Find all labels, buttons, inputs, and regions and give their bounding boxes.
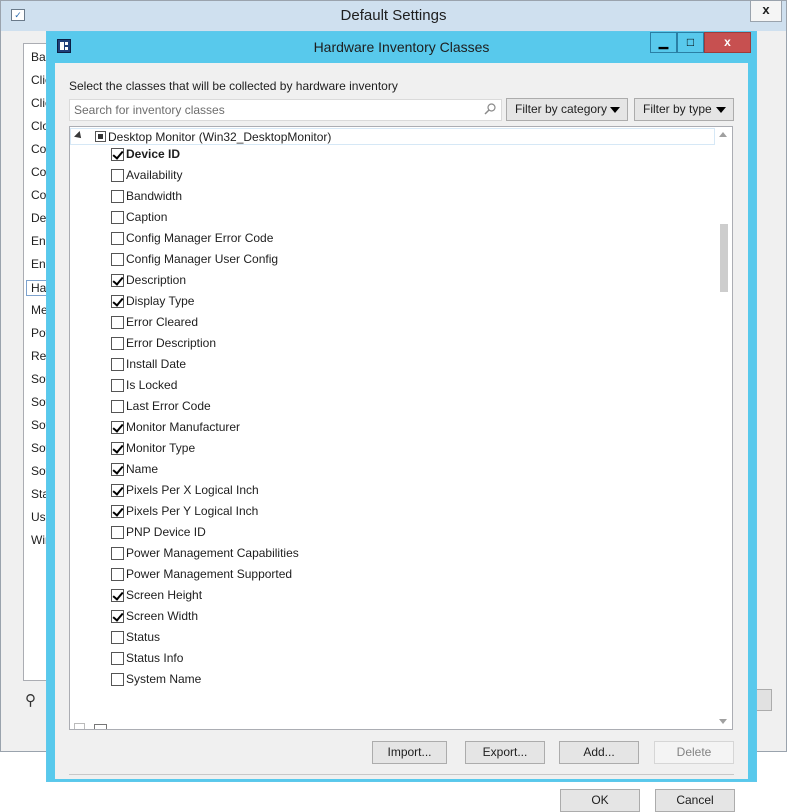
property-checkbox[interactable] (111, 337, 124, 350)
property-checkbox[interactable] (111, 589, 124, 602)
property-label: System Name (126, 672, 202, 686)
property-label: Device ID (126, 147, 181, 161)
property-checkbox[interactable] (111, 484, 124, 497)
property-checkbox[interactable] (111, 547, 124, 560)
property-checkbox[interactable] (111, 274, 124, 287)
property-checkbox[interactable] (111, 316, 124, 329)
hardware-inventory-classes-dialog: Hardware Inventory Classes ▁ □ x Select … (46, 31, 757, 812)
sidebar-item[interactable]: Co (31, 188, 46, 202)
property-checkbox[interactable] (111, 463, 124, 476)
property-checkbox[interactable] (111, 442, 124, 455)
delete-button[interactable]: Delete (654, 741, 734, 764)
property-label: Install Date (126, 357, 187, 371)
property-checkbox[interactable] (111, 652, 124, 665)
scroll-up-icon[interactable] (719, 132, 727, 137)
property-label: Display Type (126, 294, 195, 308)
property-label: Screen Height (126, 588, 203, 602)
search-box[interactable] (69, 99, 502, 121)
export-button[interactable]: Export... (465, 741, 545, 764)
property-label: Status (126, 630, 161, 644)
property-label: Monitor Manufacturer (126, 420, 241, 434)
property-label: Is Locked (126, 378, 178, 392)
vertical-scrollbar[interactable] (715, 127, 732, 729)
filter-by-category-label: Filter by category (515, 102, 608, 116)
property-checkbox[interactable] (111, 526, 124, 539)
property-checkbox[interactable] (111, 400, 124, 413)
property-label: Name (126, 462, 159, 476)
dialog-body: Select the classes that will be collecte… (55, 63, 748, 812)
property-checkbox[interactable] (111, 673, 124, 686)
sidebar-item[interactable]: Co (31, 165, 46, 179)
import-button[interactable]: Import... (372, 741, 447, 764)
property-checkbox[interactable] (111, 190, 124, 203)
search-input[interactable] (74, 102, 474, 118)
property-label: Availability (126, 168, 183, 182)
property-label: Config Manager User Config (126, 252, 279, 266)
background-button-edge[interactable] (756, 689, 772, 711)
instruction-text: Select the classes that will be collecte… (69, 79, 398, 93)
maximize-button[interactable]: □ (677, 32, 704, 53)
property-checkbox[interactable] (111, 148, 124, 161)
sidebar-item[interactable]: Co (31, 142, 46, 156)
property-checkbox[interactable] (111, 505, 124, 518)
class-checkbox-partial[interactable] (95, 131, 106, 142)
tree-node-desktop-monitor[interactable]: Desktop Monitor (Win32_DesktopMonitor) (70, 128, 715, 145)
property-label: Error Description (126, 336, 217, 350)
property-checkbox[interactable] (111, 295, 124, 308)
minimize-button[interactable]: ▁ (650, 32, 677, 53)
close-button[interactable]: x (704, 32, 751, 53)
property-checkbox[interactable] (111, 379, 124, 392)
property-checkbox[interactable] (111, 358, 124, 371)
next-node-checkbox (94, 724, 107, 729)
divider (69, 774, 734, 775)
chevron-down-icon (610, 107, 620, 113)
property-checkbox[interactable] (111, 631, 124, 644)
property-label: Last Error Code (126, 399, 211, 413)
property-label: Config Manager Error Code (126, 231, 274, 245)
property-label: Bandwidth (126, 189, 183, 203)
next-node-expander (74, 723, 85, 729)
dialog-titlebar: Hardware Inventory Classes ▁ □ x (47, 32, 756, 61)
property-checkbox[interactable] (111, 253, 124, 266)
property-label: Power Management Capabilities (126, 546, 299, 560)
ok-button[interactable]: OK (560, 789, 640, 812)
cancel-button[interactable]: Cancel (655, 789, 735, 812)
property-checkbox[interactable] (111, 211, 124, 224)
scrollbar-thumb[interactable] (720, 224, 728, 292)
filter-by-type-button[interactable]: Filter by type (634, 98, 734, 121)
property-label: Pixels Per X Logical Inch (126, 483, 259, 497)
property-label: Pixels Per Y Logical Inch (126, 504, 259, 518)
property-label: Status Info (126, 651, 184, 665)
property-checkbox[interactable] (111, 568, 124, 581)
property-label: Caption (126, 210, 168, 224)
property-checkbox[interactable] (111, 610, 124, 623)
default-settings-close-button[interactable]: x (750, 1, 782, 22)
default-settings-title: Default Settings (340, 7, 447, 24)
property-checkbox[interactable] (111, 421, 124, 434)
default-settings-titlebar: ✓ Default Settings x (1, 1, 786, 31)
property-checkbox[interactable] (111, 232, 124, 245)
property-label: Error Cleared (126, 315, 199, 329)
property-label: Screen Width (126, 609, 199, 623)
property-checkbox[interactable] (111, 169, 124, 182)
class-label: Desktop Monitor (Win32_DesktopMonitor) (108, 130, 332, 144)
filter-by-category-button[interactable]: Filter by category (506, 98, 628, 121)
scroll-down-icon[interactable] (719, 719, 727, 724)
property-label: Description (126, 273, 187, 287)
expand-collapse-icon[interactable] (74, 131, 84, 141)
inventory-class-tree[interactable]: Desktop Monitor (Win32_DesktopMonitor) D… (69, 126, 733, 730)
filter-by-type-label: Filter by type (643, 102, 712, 116)
search-icon[interactable] (484, 103, 496, 115)
property-label: PNP Device ID (126, 525, 206, 539)
user-help-icon[interactable]: ⚲ (25, 691, 36, 709)
add-button[interactable]: Add... (559, 741, 639, 764)
property-label: Monitor Type (126, 441, 196, 455)
property-label: Power Management Supported (126, 567, 293, 581)
chevron-down-icon (716, 107, 726, 113)
